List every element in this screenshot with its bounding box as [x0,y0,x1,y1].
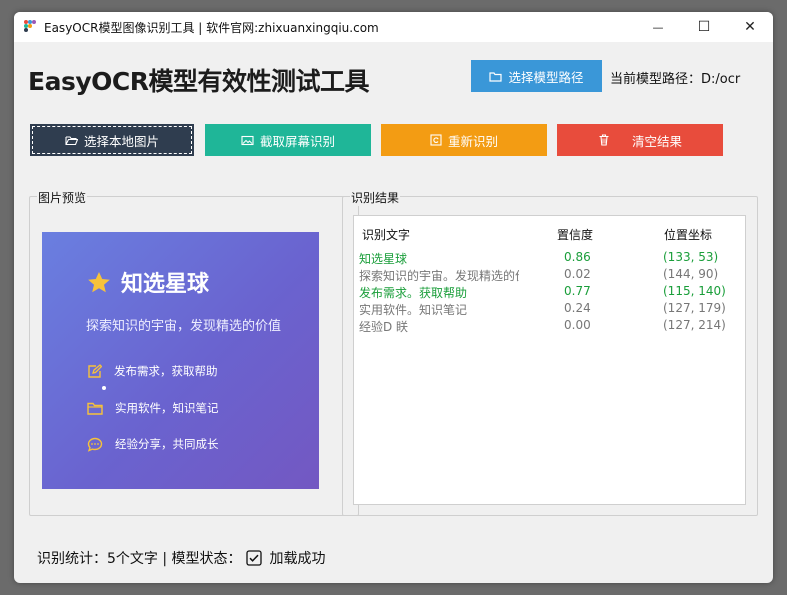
result-text-cell: 探索知识的宇宙。发现精选的价 [359,269,519,283]
trash-icon [599,134,609,146]
preview-title-row: 知选星球 [87,266,209,298]
page-title: EasyOCR模型有效性测试工具 [28,67,369,96]
select-model-path-label: 选择模型路径 [508,69,584,85]
recognition-results-group-label: 识别结果 [350,189,401,206]
rerun-recognition-button[interactable]: 重新识别 [381,124,547,156]
result-confidence-cell: 0.77 [564,284,591,298]
screenshot-recognize-label: 截取屏幕识别 [259,133,335,149]
result-position-cell: (127, 179) [663,301,726,315]
maximize-button[interactable]: ☐ [681,12,727,42]
close-icon: ✕ [744,19,756,35]
result-text-cell: 经验D 眹 [359,320,409,334]
folder-icon [87,402,103,415]
star-icon [88,271,110,292]
preview-subtitle: 探索知识的宇宙，发现精选的价值 [86,319,282,334]
refresh-icon [430,134,442,146]
preview-item: 经验分享，共同成长 [87,436,219,452]
maximize-icon: ☐ [697,19,711,35]
image-preview-group-label: 图片预览 [37,189,88,206]
status-bar: 识别统计：5个文字 | 模型状态： 加载成功 [37,548,326,568]
result-text-cell: 发布需求。获取帮助 [359,286,468,300]
folder-open-icon [65,135,78,145]
results-table[interactable]: 识别文字 置信度 位置坐标 知选星球 0.86 (133, 53) 探索知识的宇宙。发… [353,215,746,505]
table-row[interactable]: 探索知识的宇宙。发现精选的价 0.02 (144, 90) [354,267,745,284]
window-title: EasyOCR模型图像识别工具 | 软件官网:zhixuanxingqiu.co… [44,21,379,35]
result-text-cell: 实用软件。知识笔记 [359,303,468,317]
column-header-text[interactable]: 识别文字 [362,226,410,243]
preview-item: 实用软件，知识笔记 [87,400,219,416]
preview-title: 知选星球 [121,272,210,297]
column-header-confidence[interactable]: 置信度 [557,226,593,243]
result-position-cell: (144, 90) [663,267,719,281]
recognition-results-group: 识别结果 识别文字 置信度 位置坐标 知选星球 0.86 (133, 53) 探索知识… [342,189,758,516]
table-row[interactable]: 实用软件。知识笔记 0.24 (127, 179) [354,301,745,318]
result-confidence-cell: 0.00 [564,318,591,332]
image-preview-group: 图片预览 知选星球 探索知识的宇宙，发现精选的价值 发布需求，获取帮助 实用软件… [29,189,359,516]
select-model-path-button[interactable]: 选择模型路径 [471,60,602,92]
result-position-cell: (127, 214) [663,318,726,332]
preview-dot [102,386,106,390]
close-button[interactable]: ✕ [727,12,773,42]
image-icon [241,135,254,145]
table-row[interactable]: 发布需求。获取帮助 0.77 (115, 140) [354,284,745,301]
folder-icon [489,71,503,82]
model-status-value: 加载成功 [269,551,326,567]
minimize-icon: — [652,20,664,34]
preview-item: 发布需求，获取帮助 [87,363,218,379]
preview-item-text: 经验分享，共同成长 [115,437,219,451]
minimize-button[interactable]: — [635,12,681,42]
result-confidence-cell: 0.02 [564,267,591,281]
app-window: EasyOCR模型图像识别工具 | 软件官网:zhixuanxingqiu.co… [14,12,773,583]
result-position-cell: (133, 53) [663,250,719,264]
chat-icon [87,437,103,452]
preview-image: 知选星球 探索知识的宇宙，发现精选的价值 发布需求，获取帮助 实用软件，知识笔记… [42,232,319,489]
result-confidence-cell: 0.24 [564,301,591,315]
preview-item-text: 实用软件，知识笔记 [115,401,219,415]
result-text-cell: 知选星球 [359,252,408,266]
table-row[interactable]: 经验D 眹 0.00 (127, 214) [354,318,745,335]
select-local-image-label: 选择本地图片 [83,133,159,149]
app-logo-icon [24,20,36,32]
result-confidence-cell: 0.86 [564,250,591,264]
screenshot-recognize-button[interactable]: 截取屏幕识别 [205,124,371,156]
current-model-path: 当前模型路径：D:/ocr [610,72,741,87]
column-header-position[interactable]: 位置坐标 [664,226,712,243]
edit-icon [88,363,102,378]
result-position-cell: (115, 140) [663,284,726,298]
table-row[interactable]: 知选星球 0.86 (133, 53) [354,250,745,267]
preview-item-text: 发布需求，获取帮助 [114,364,218,378]
status-text: 识别统计：5个文字 | 模型状态： [37,551,242,567]
checkbox-checked-icon [245,550,262,566]
title-bar: EasyOCR模型图像识别工具 | 软件官网:zhixuanxingqiu.co… [14,12,773,42]
rerun-recognition-label: 重新识别 [447,133,498,149]
clear-results-label: 清空结果 [631,133,682,149]
select-local-image-button[interactable]: 选择本地图片 [30,124,194,156]
clear-results-button[interactable]: 清空结果 [557,124,723,156]
